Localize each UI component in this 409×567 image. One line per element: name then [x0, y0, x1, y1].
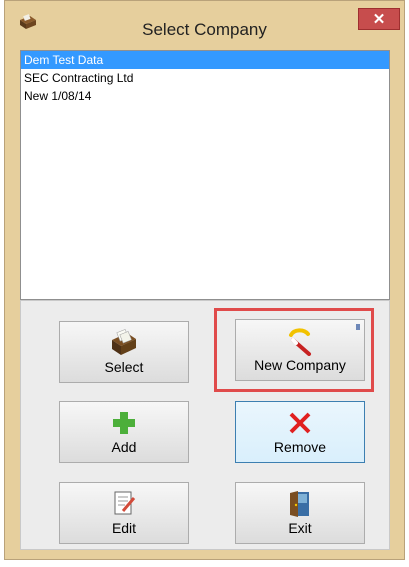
- add-button[interactable]: Add: [59, 401, 189, 463]
- company-list-item[interactable]: New 1/08/14: [21, 87, 389, 105]
- close-button[interactable]: ✕: [358, 8, 400, 30]
- exit-button-label: Exit: [288, 520, 312, 536]
- company-list-item[interactable]: Dem Test Data: [21, 51, 389, 69]
- edit-button[interactable]: Edit: [59, 482, 189, 544]
- title-bar[interactable]: Select Company ✕: [5, 1, 404, 43]
- select-company-window: Select Company ✕ Dem Test Data SEC Contr…: [4, 0, 405, 560]
- red-x-icon: [289, 412, 311, 434]
- company-list-item[interactable]: SEC Contracting Ltd: [21, 69, 389, 87]
- close-icon: ✕: [372, 10, 386, 28]
- edit-document-icon: [114, 491, 136, 515]
- plus-icon: [113, 412, 135, 434]
- select-button-label: Select: [104, 359, 144, 375]
- window-title: Select Company: [142, 20, 267, 39]
- remove-button[interactable]: Remove: [235, 401, 365, 463]
- add-button-label: Add: [111, 439, 137, 455]
- select-button[interactable]: Select: [59, 321, 189, 383]
- edit-button-label: Edit: [111, 520, 137, 536]
- remove-button-label: Remove: [273, 439, 327, 455]
- door-exit-icon: [290, 491, 309, 517]
- card-file-icon: [112, 329, 136, 355]
- company-list[interactable]: Dem Test Data SEC Contracting Ltd New 1/…: [20, 50, 390, 300]
- highlight-box: [214, 308, 374, 392]
- exit-button[interactable]: Exit: [235, 482, 365, 544]
